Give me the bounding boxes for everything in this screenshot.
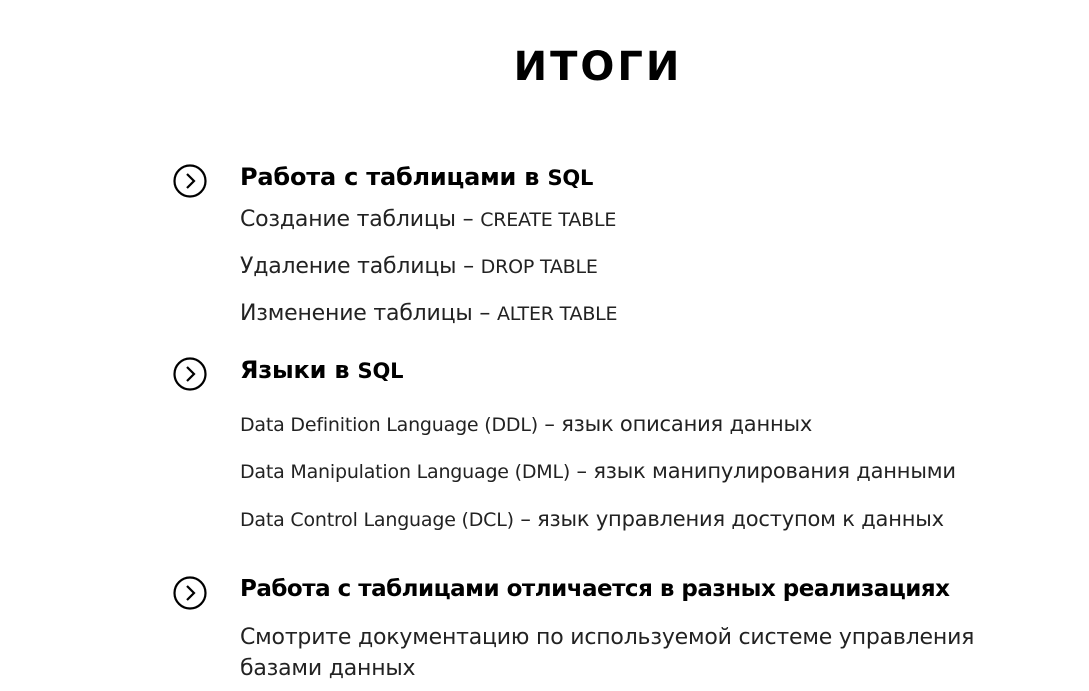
- item-english-term: Data Definition Language (DDL): [240, 414, 538, 436]
- chevron-right-circle-icon: [173, 576, 207, 610]
- item-russian-term: – язык описания данных: [537, 412, 813, 436]
- item-russian-term: – язык управления доступом к данных: [513, 507, 944, 531]
- list-item: Data Control Language (DCL) – язык управ…: [240, 505, 944, 534]
- list-item: Изменение таблицы – ALTER TABLE: [240, 300, 618, 328]
- item-english-term: Data Manipulation Language (DML): [240, 461, 571, 483]
- item-command: DROP TABLE: [480, 256, 598, 278]
- section-heading-tables: Работа с таблицами в SQL: [240, 162, 593, 193]
- item-text: Изменение таблицы –: [240, 301, 497, 326]
- section-heading-implementations: Работа с таблицами отличается в разных р…: [240, 576, 950, 602]
- item-russian-term: – язык манипулирования данными: [570, 459, 956, 483]
- section-heading-sql: SQL: [357, 359, 404, 383]
- list-item: Data Definition Language (DDL) – язык оп…: [240, 410, 812, 439]
- chevron-right-circle-icon: [173, 357, 207, 391]
- item-text: Создание таблицы –: [240, 207, 481, 232]
- section-heading-main: Языки в: [240, 356, 358, 384]
- item-text: Удаление таблицы –: [240, 254, 481, 279]
- list-item: Создание таблицы – CREATE TABLE: [240, 206, 616, 234]
- list-item: Удаление таблицы – DROP TABLE: [240, 253, 598, 281]
- section-heading-languages: Языки в SQL: [240, 355, 404, 386]
- section-heading-sql: SQL: [547, 166, 594, 190]
- section-heading-main: Работа с таблицами в: [240, 163, 548, 191]
- chevron-right-circle-icon: [173, 164, 207, 198]
- item-command: ALTER TABLE: [496, 303, 618, 325]
- documentation-note: Смотрите документацию по используемой си…: [240, 625, 975, 681]
- item-command: CREATE TABLE: [480, 209, 617, 231]
- page-title: ИТОГИ: [513, 44, 683, 90]
- list-item: Data Manipulation Language (DML) – язык …: [240, 457, 956, 486]
- item-english-term: Data Control Language (DCL): [240, 509, 514, 531]
